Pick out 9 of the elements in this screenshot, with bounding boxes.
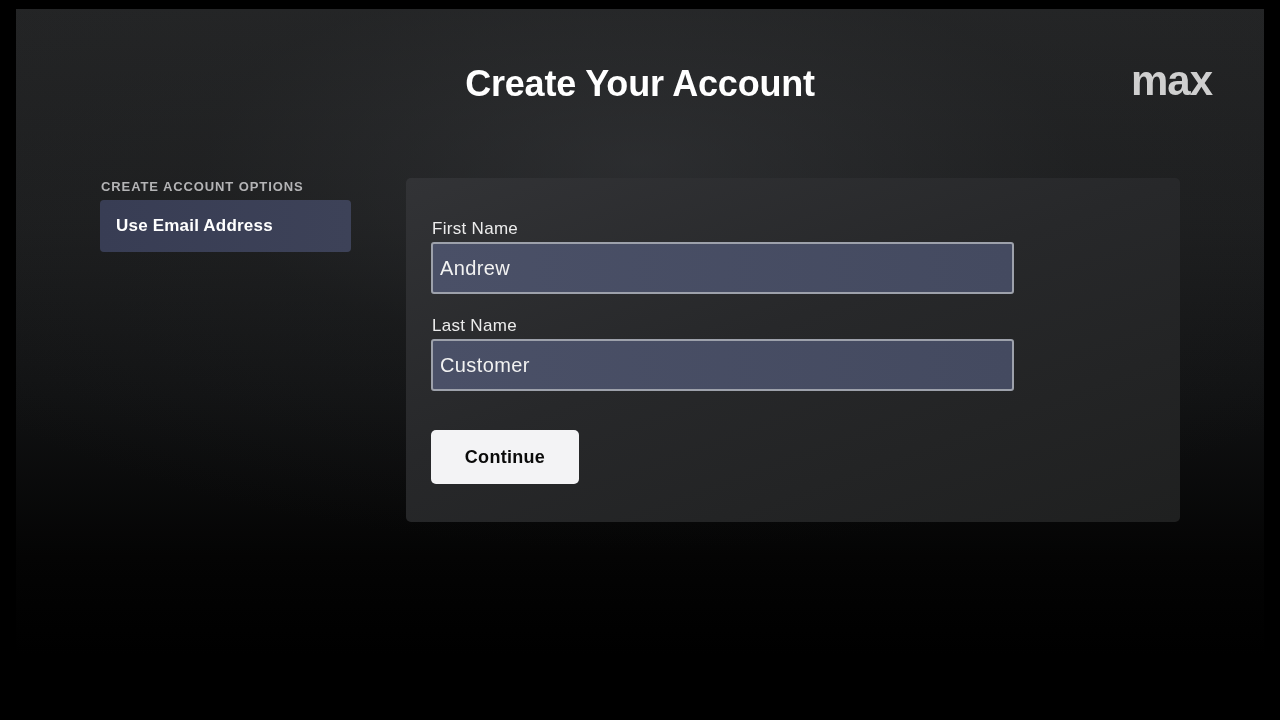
brand-logo: max [1130,64,1212,104]
field-label: First Name [431,218,519,240]
sidebar-heading: CREATE ACCOUNT OPTIONS [100,179,305,195]
page-title: Create Your Account [465,62,815,106]
sidebar-item[interactable]: Use Email Address [100,200,351,252]
text-field[interactable]: Andrew [431,242,1014,294]
text-field[interactable]: Customer [431,339,1014,391]
field-label: Last Name [431,315,517,337]
continue-button[interactable]: Continue [431,430,579,484]
